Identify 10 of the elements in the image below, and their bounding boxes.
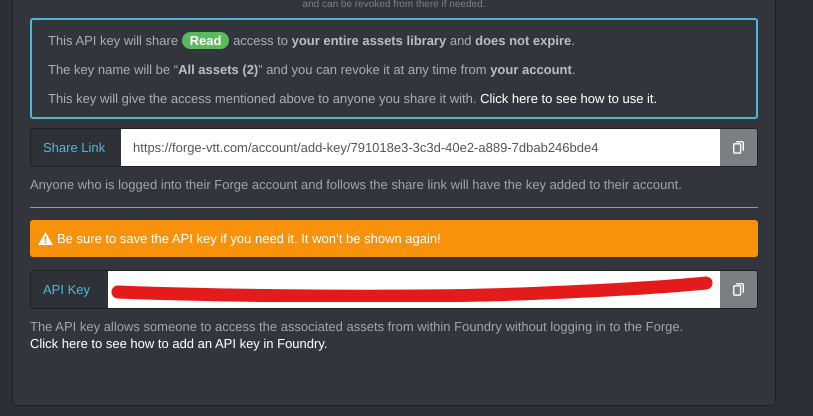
info-text: This API key will share Read access to your entire assets library and does not expire. [48,31,576,51]
access-badge: Read [182,32,230,49]
note-text: and can be revoked from there if needed. [302,0,486,12]
info-text: This key will give the access mentioned above to anyone you share it with. Click here to see how to use it. [48,90,658,108]
help-link[interactable]: Click here to see how to add an API key in Foundry. [30,336,328,351]
help-text: Anyone who is logged into their Forge account and follows the share link will have the key added to their account. [30,176,683,193]
help-text: The API key allows someone to access the associated assets from within Foundry without logging in to the Forge. Click here to see how to add an API key in Foundry. [30,318,684,352]
info-text: The key name will be “All assets (2)” and you can revoke it at any time from your account. [48,61,576,79]
warning-text: Be sure to save the API key if you need it. It won’t be shown again! [57,231,441,246]
help-link[interactable]: Click here to see how to use it. [480,91,658,106]
